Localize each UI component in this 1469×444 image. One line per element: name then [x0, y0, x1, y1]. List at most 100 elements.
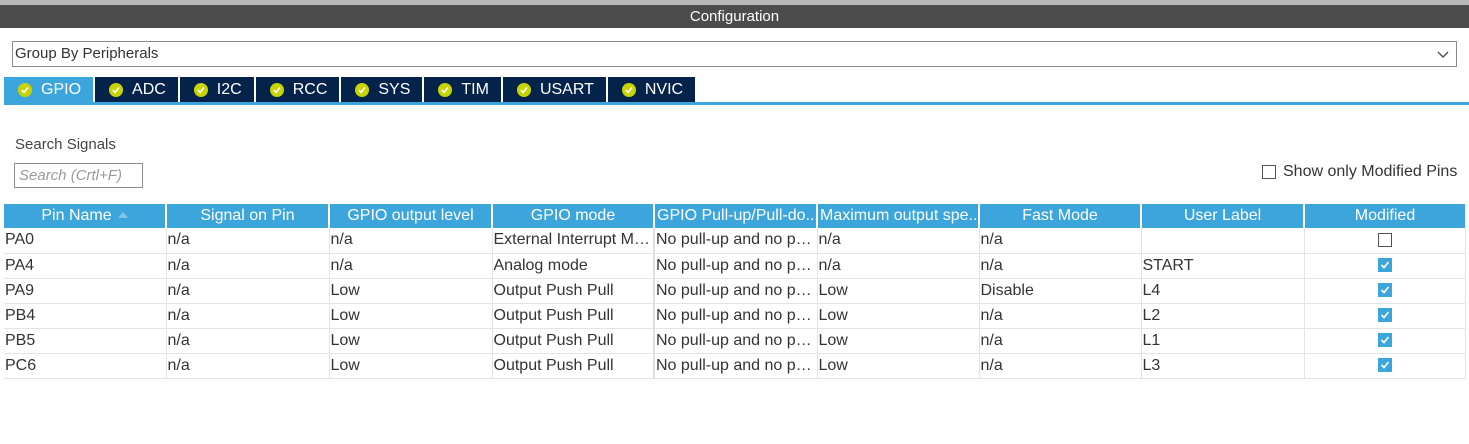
- tab-tim[interactable]: TIM: [424, 77, 501, 102]
- cell-pull: No pull-up and no pu...: [653, 303, 818, 329]
- tab-usart[interactable]: USART: [502, 77, 606, 102]
- column-header-signal[interactable]: Signal on Pin: [166, 204, 330, 228]
- cell-mode: Output Push Pull: [492, 353, 655, 379]
- tab-label: ADC: [132, 80, 166, 98]
- cell-mode: External Interrupt Mo...: [492, 228, 655, 254]
- checkmark-icon: [1380, 311, 1389, 320]
- cell-pin: PB4: [4, 303, 167, 329]
- table-row[interactable]: PC6 n/a Low Output Push Pull No pull-up …: [4, 353, 1466, 379]
- cell-modified: [1304, 328, 1466, 354]
- table-row[interactable]: PA4 n/a n/a Analog mode No pull-up and n…: [4, 253, 1466, 279]
- tab-gpio[interactable]: GPIO: [4, 77, 94, 102]
- cell-user-label: L4: [1141, 278, 1305, 304]
- cell-signal: n/a: [166, 253, 330, 279]
- cell-signal: n/a: [166, 303, 330, 329]
- cell-modified: [1304, 303, 1466, 329]
- tab-rcc[interactable]: RCC: [255, 77, 340, 102]
- column-header-max-speed[interactable]: Maximum output spe...: [817, 204, 980, 228]
- tab-i2c[interactable]: I2C: [179, 77, 254, 102]
- group-by-select[interactable]: Group By Peripherals: [12, 41, 1457, 67]
- checkbox-box[interactable]: [1262, 165, 1276, 179]
- cell-modified: [1304, 228, 1466, 254]
- show-modified-checkbox[interactable]: Show only Modified Pins: [1262, 163, 1457, 181]
- cell-pull: No pull-up and no pu...: [653, 253, 818, 279]
- check-circle-icon: [193, 82, 208, 97]
- check-circle-icon: [438, 82, 453, 97]
- cell-pull: No pull-up and no pu...: [653, 353, 818, 379]
- column-header-pull[interactable]: GPIO Pull-up/Pull-do...: [654, 204, 818, 228]
- cell-fast: n/a: [979, 303, 1142, 329]
- cell-level: Low: [329, 278, 493, 304]
- modified-checkbox[interactable]: [1377, 358, 1392, 373]
- column-header-output-level[interactable]: GPIO output level: [329, 204, 493, 228]
- check-circle-icon: [269, 82, 284, 97]
- checkmark-icon: [1380, 361, 1389, 370]
- cell-pin: PA0: [4, 228, 167, 254]
- column-header-fast-mode[interactable]: Fast Mode: [979, 204, 1142, 228]
- cell-fast: n/a: [979, 253, 1142, 279]
- sort-ascending-icon: [117, 212, 128, 218]
- column-header-modified[interactable]: Modified: [1304, 204, 1465, 228]
- table-row[interactable]: PB4 n/a Low Output Push Pull No pull-up …: [4, 303, 1466, 329]
- cell-speed: Low: [817, 328, 980, 354]
- check-circle-icon: [109, 82, 124, 97]
- search-label: Search Signals: [15, 136, 116, 153]
- cell-modified: [1304, 278, 1466, 304]
- check-circle-icon: [18, 82, 32, 97]
- cell-user-label: L2: [1141, 303, 1305, 329]
- cell-pull: No pull-up and no pu...: [653, 328, 818, 354]
- cell-speed: Low: [817, 353, 980, 379]
- table-header-row: Pin Name Signal on Pin GPIO output level…: [4, 204, 1465, 228]
- tab-label: NVIC: [644, 80, 684, 98]
- table-row[interactable]: PA0 n/a n/a External Interrupt Mo... No …: [4, 228, 1466, 254]
- check-circle-icon: [621, 82, 636, 97]
- modified-checkbox[interactable]: [1377, 283, 1392, 298]
- cell-fast: n/a: [979, 228, 1142, 254]
- cell-mode: Output Push Pull: [492, 303, 655, 329]
- table-row[interactable]: PB5 n/a Low Output Push Pull No pull-up …: [4, 328, 1466, 354]
- search-input[interactable]: [14, 163, 143, 188]
- cell-pull: No pull-up and no pu...: [653, 228, 818, 254]
- cell-mode: Output Push Pull: [492, 328, 655, 354]
- table-row[interactable]: PA9 n/a Low Output Push Pull No pull-up …: [4, 278, 1466, 304]
- cell-pull: No pull-up and no pu...: [653, 278, 818, 304]
- checkmark-icon: [1380, 336, 1389, 345]
- tab-label: TIM: [461, 80, 489, 98]
- tab-underline: [4, 102, 1469, 105]
- cell-signal: n/a: [166, 278, 330, 304]
- tab-adc[interactable]: ADC: [95, 77, 178, 102]
- cell-speed: n/a: [817, 253, 980, 279]
- pin-table: Pin Name Signal on Pin GPIO output level…: [4, 204, 1466, 379]
- cell-user-label: START: [1141, 253, 1305, 279]
- cell-user-label: [1141, 228, 1305, 254]
- column-header-user-label[interactable]: User Label: [1141, 204, 1305, 228]
- cell-level: n/a: [329, 253, 493, 279]
- modified-checkbox[interactable]: [1377, 333, 1392, 348]
- cell-level: Low: [329, 328, 493, 354]
- peripheral-tabs: GPIO ADC I2C RCC SYS TIM USART NVIC: [4, 77, 697, 102]
- modified-checkbox[interactable]: [1377, 258, 1392, 273]
- cell-speed: Low: [817, 303, 980, 329]
- column-header-gpio-mode[interactable]: GPIO mode: [492, 204, 655, 228]
- tab-label: GPIO: [41, 80, 82, 98]
- tab-label: I2C: [216, 80, 242, 98]
- cell-user-label: L1: [1141, 328, 1305, 354]
- tab-label: USART: [539, 80, 594, 98]
- cell-pin: PC6: [4, 353, 167, 379]
- column-header-pin-name[interactable]: Pin Name: [4, 204, 167, 228]
- cell-user-label: L3: [1141, 353, 1305, 379]
- tab-nvic[interactable]: NVIC: [607, 77, 696, 102]
- cell-fast: n/a: [979, 328, 1142, 354]
- cell-pin: PB5: [4, 328, 167, 354]
- tab-sys[interactable]: SYS: [341, 77, 423, 102]
- modified-checkbox[interactable]: [1377, 308, 1392, 323]
- cell-signal: n/a: [166, 353, 330, 379]
- checkmark-icon: [1380, 261, 1389, 270]
- tab-label: SYS: [378, 80, 411, 98]
- cell-mode: Analog mode: [492, 253, 655, 279]
- cell-speed: Low: [817, 278, 980, 304]
- modified-checkbox[interactable]: [1377, 233, 1392, 248]
- group-by-value: Group By Peripherals: [15, 45, 159, 62]
- cell-pin: PA4: [4, 253, 167, 279]
- cell-modified: [1304, 253, 1466, 279]
